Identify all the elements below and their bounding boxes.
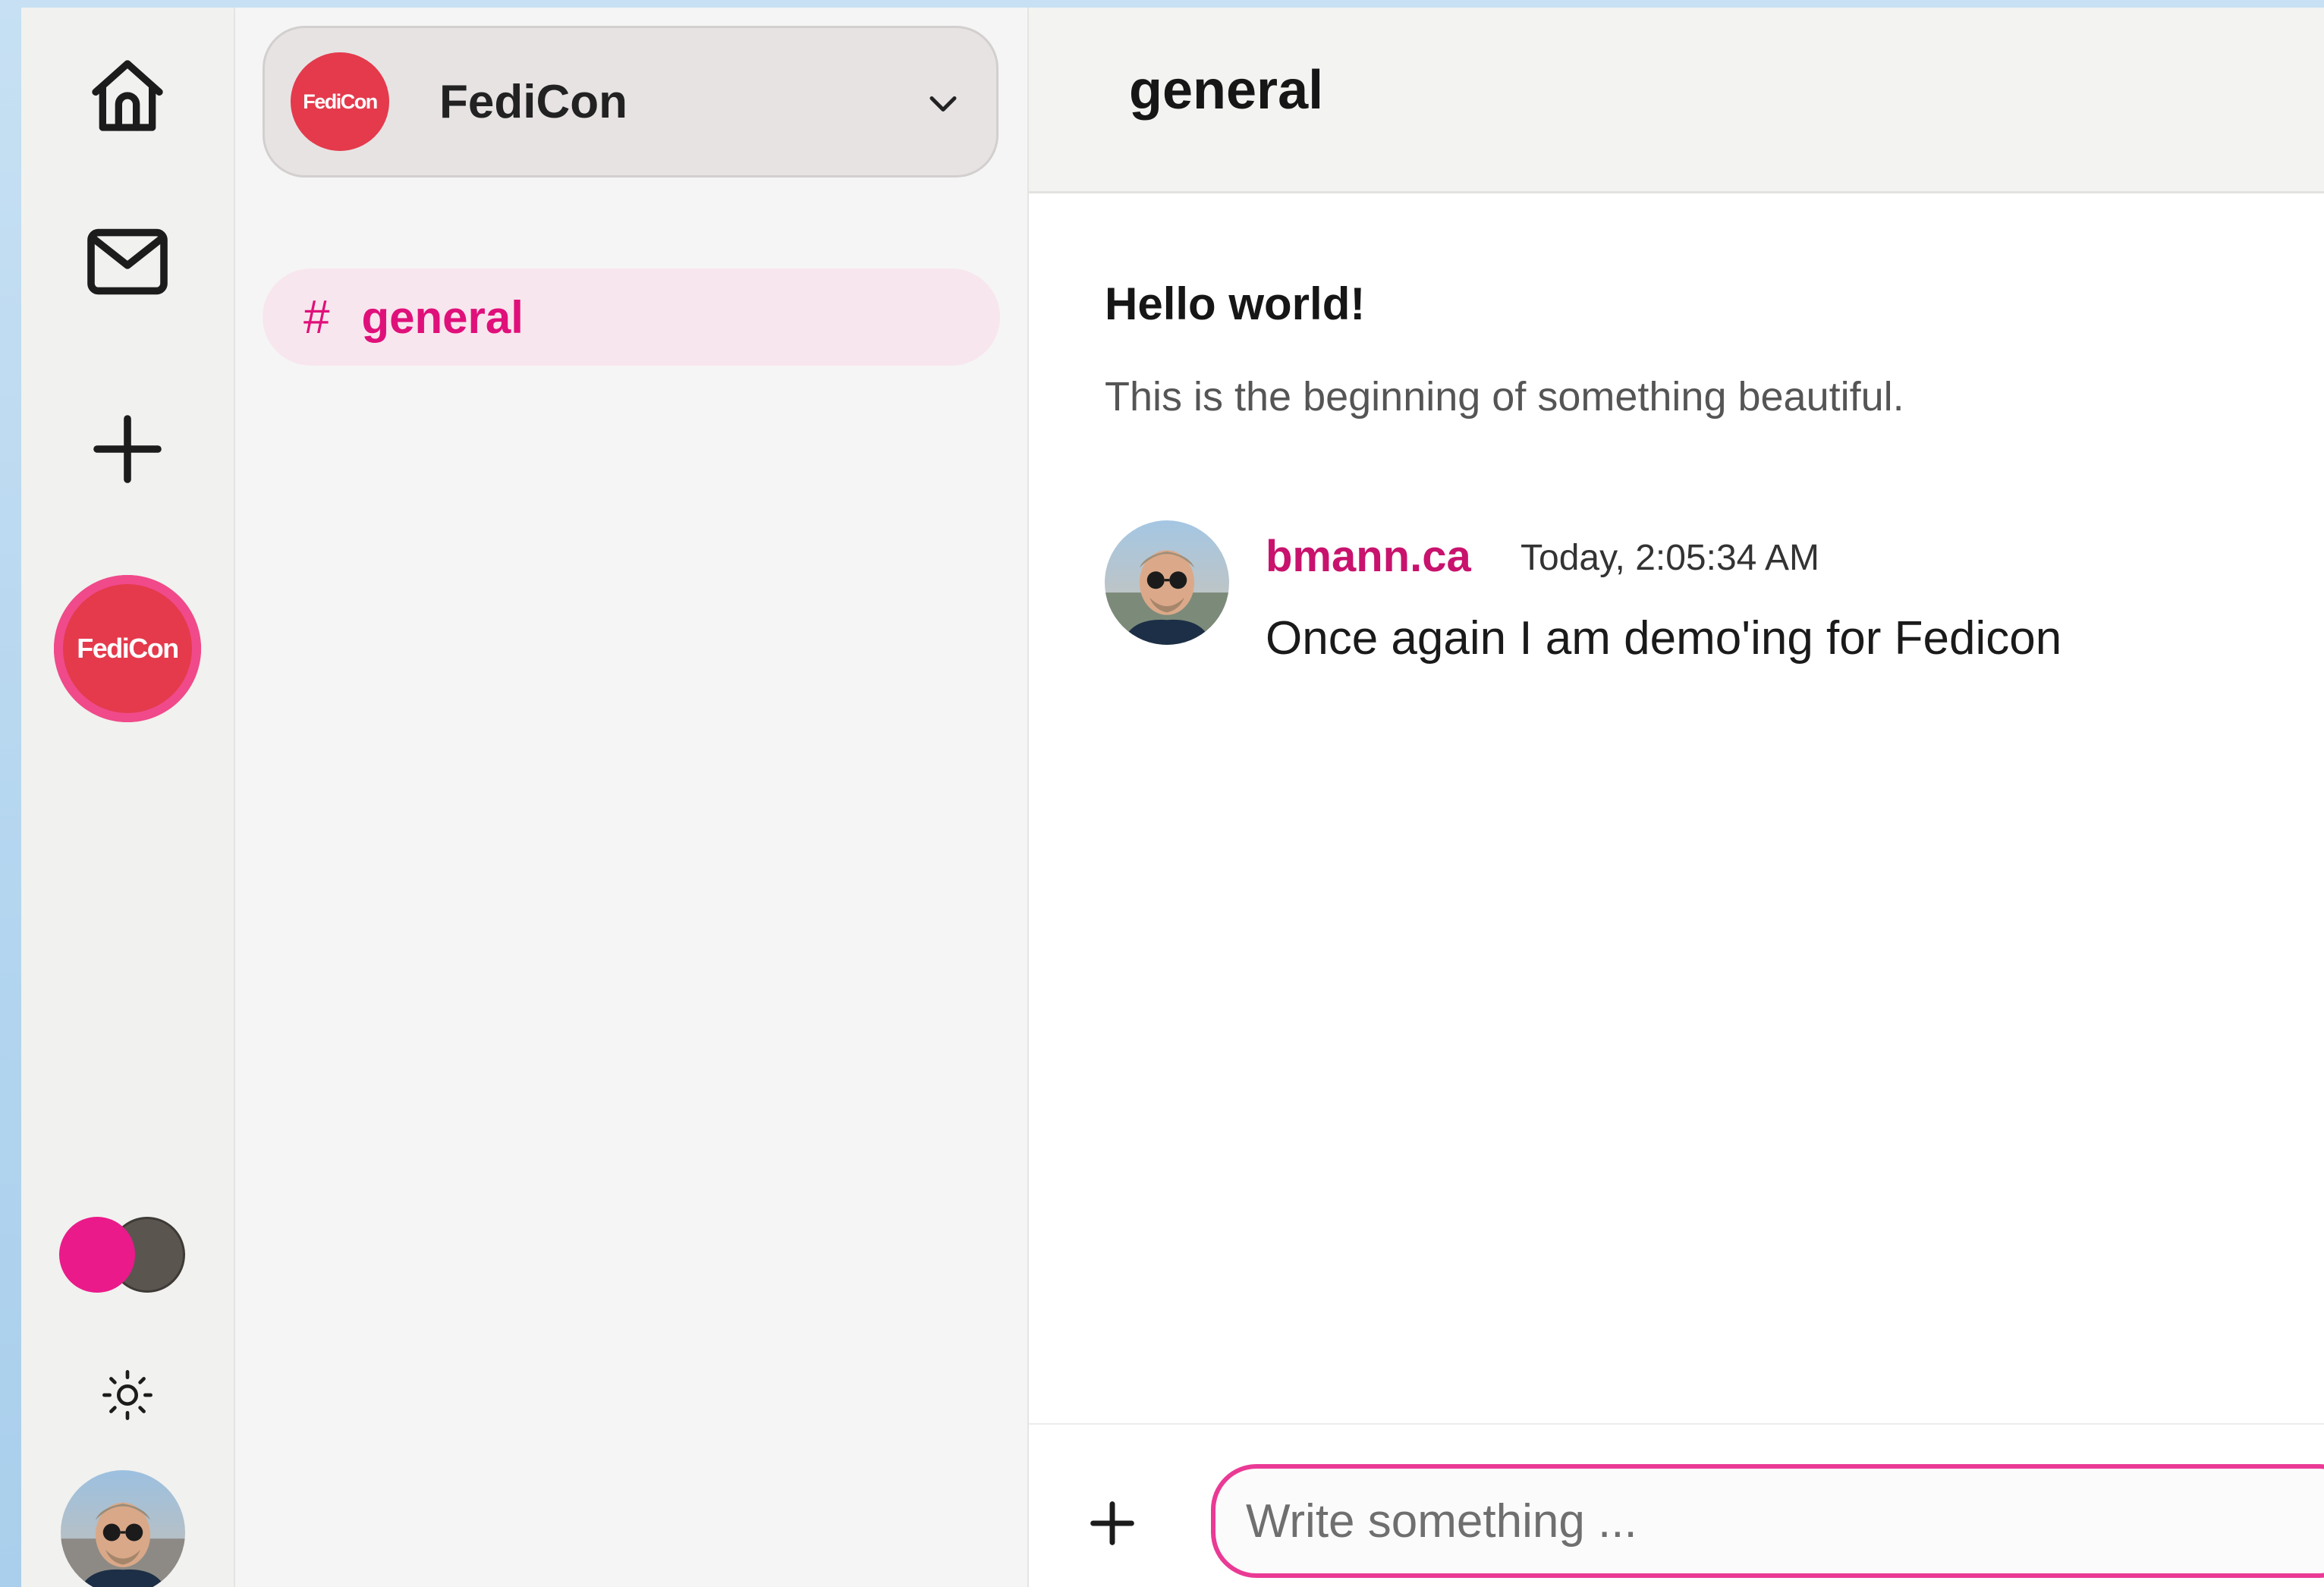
server-fedicon-button[interactable]: FediCon	[54, 575, 201, 722]
channel-sidebar: FediCon FediCon # general	[235, 8, 1029, 1587]
user-avatar[interactable]	[61, 1470, 185, 1587]
welcome-title: Hello world!	[1105, 278, 1366, 329]
message-item: bmann.ca Today, 2:05:34 AM Once again I …	[1105, 514, 2243, 681]
message-author[interactable]: bmann.ca	[1266, 531, 1471, 582]
message-timestamp: Today, 2:05:34 AM	[1521, 538, 1820, 578]
message-text: Once again I am demo'ing for Fedicon	[1266, 612, 2062, 665]
page-title: general	[1129, 60, 1324, 121]
chat-header: general	[1029, 8, 2324, 193]
server-logo-text: FediCon	[77, 633, 179, 664]
theme-dot-pink[interactable]	[59, 1217, 135, 1293]
channel-item-general[interactable]: # general	[263, 269, 1000, 366]
chevron-down-icon	[929, 96, 957, 112]
message-input[interactable]	[1211, 1464, 2324, 1578]
home-icon[interactable]	[74, 42, 181, 149]
welcome-subtitle: This is the beginning of something beaut…	[1105, 374, 1904, 420]
mail-icon[interactable]	[74, 212, 181, 311]
server-logo: FediCon	[291, 52, 389, 151]
composer-divider	[1029, 1423, 2324, 1425]
server-rail: FediCon	[21, 8, 235, 1587]
server-selector[interactable]: FediCon FediCon	[263, 26, 998, 178]
theme-color-picker[interactable]	[59, 1217, 188, 1293]
attach-plus-icon[interactable]	[1083, 1494, 1141, 1552]
chat-panel: general Hello world! This is the beginni…	[1029, 8, 2324, 1587]
add-server-icon[interactable]	[74, 396, 181, 502]
message-avatar[interactable]	[1105, 520, 1229, 645]
sun-icon[interactable]	[93, 1361, 162, 1429]
channel-label: general	[361, 291, 524, 343]
hash-icon: #	[303, 291, 330, 344]
server-logo-text: FediCon	[303, 90, 378, 113]
app-window: FediCon FediCon FediCon # general genera…	[21, 8, 2324, 1587]
server-name: FediCon	[439, 75, 627, 128]
